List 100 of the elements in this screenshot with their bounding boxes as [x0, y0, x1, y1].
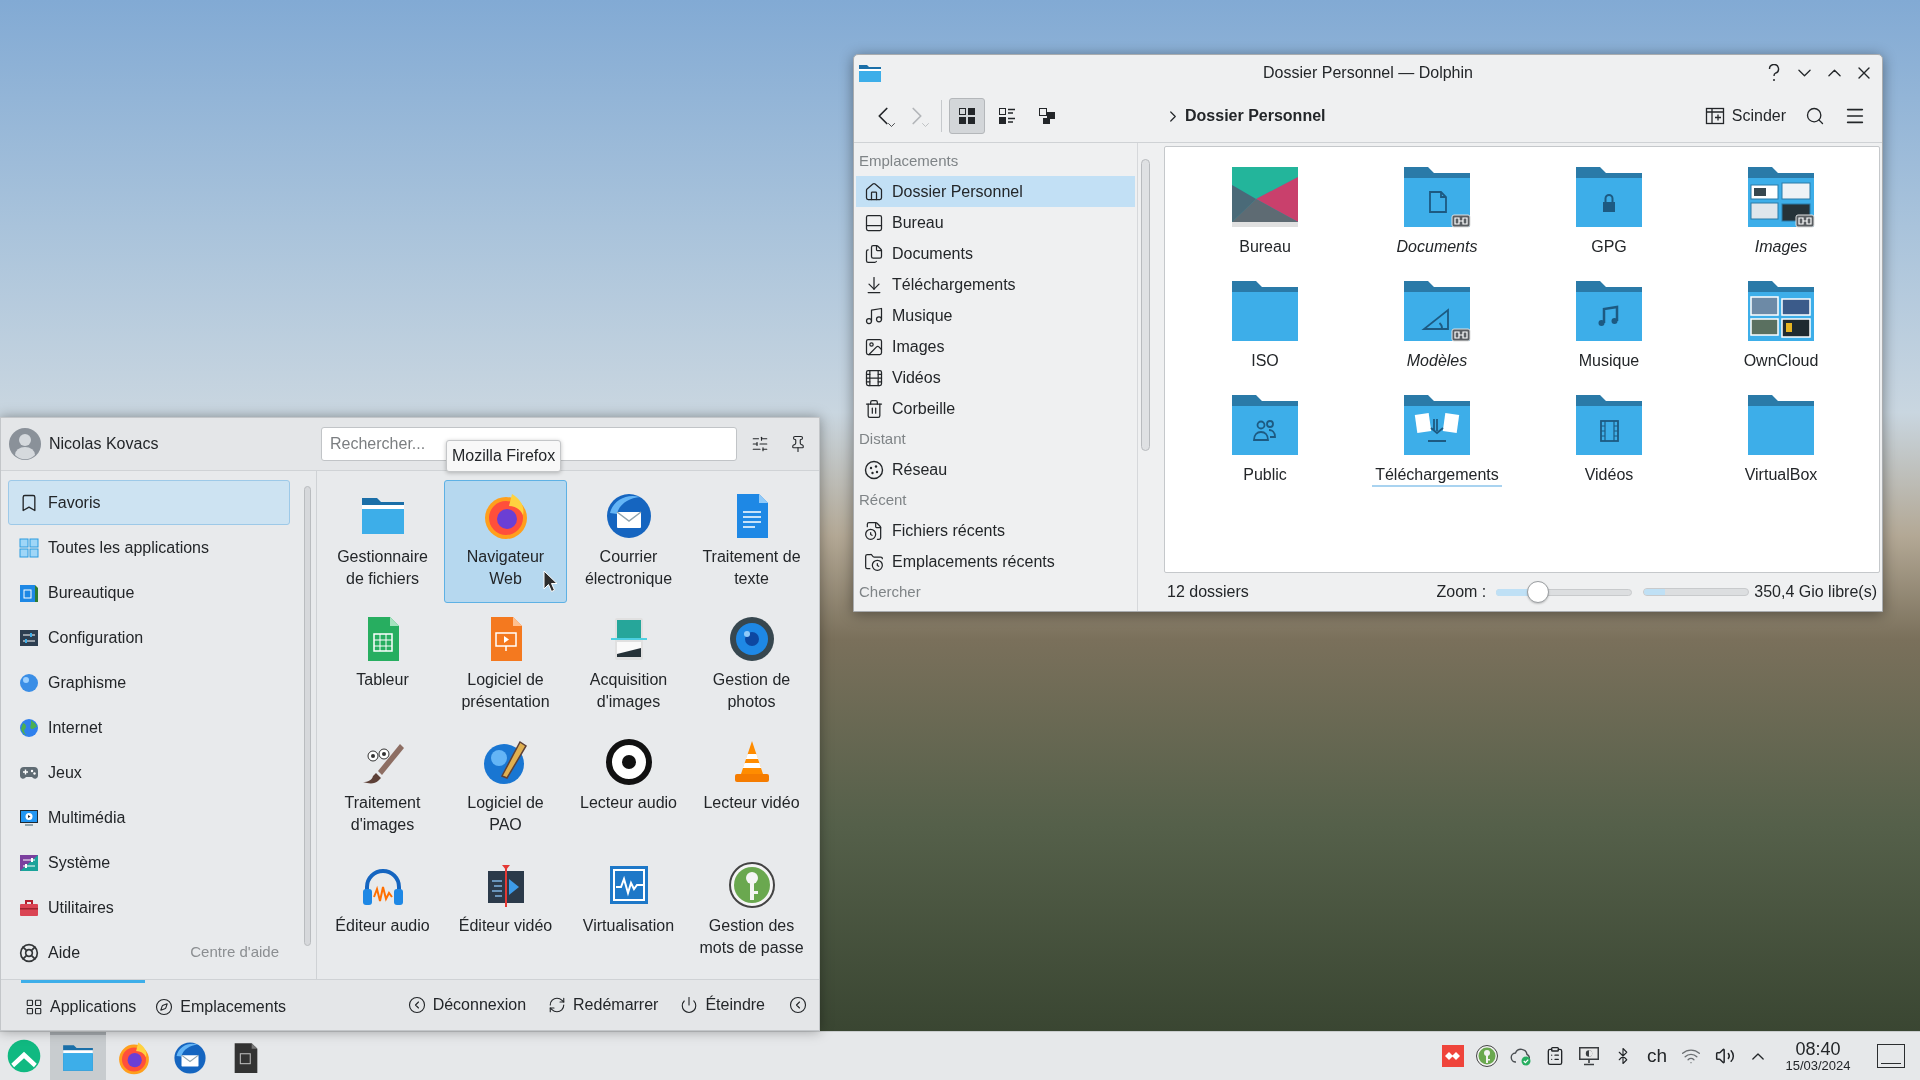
cloud-check-icon[interactable]	[1510, 1046, 1532, 1066]
pen-nib-icon	[481, 738, 530, 786]
app-tile[interactable]: Gestion des mots de passe	[690, 849, 813, 972]
shut-down-button[interactable]: Éteindre	[680, 988, 765, 1022]
chevron-up-icon	[1827, 68, 1841, 77]
folder-item[interactable]: VirtualBox	[1695, 383, 1867, 497]
folder-item[interactable]: OwnCloud	[1695, 269, 1867, 383]
window-title: Dossier Personnel — Dolphin	[1263, 62, 1473, 83]
folder-item[interactable]: Bureau	[1179, 155, 1351, 269]
circle-chevron-icon	[407, 996, 426, 1014]
app-tile[interactable]: Virtualisation	[567, 849, 690, 972]
app-tile[interactable]: Éditeur audio	[321, 849, 444, 972]
document-folder-icon	[1402, 165, 1472, 229]
keyboard-layout-label[interactable]: ch	[1646, 1045, 1668, 1067]
place-item[interactable]: Réseau	[856, 454, 1135, 485]
music-note-icon	[864, 305, 884, 326]
mouse-pointer-icon	[543, 570, 558, 593]
app-tile[interactable]: Tableur	[321, 603, 444, 726]
restart-button[interactable]: Redémarrer	[548, 988, 659, 1022]
document-icon	[19, 582, 39, 603]
category-item[interactable]: Aide Centre d'aide	[8, 930, 290, 975]
tab[interactable]: Emplacements	[151, 980, 296, 1030]
trash-icon	[864, 398, 884, 419]
app-tile[interactable]: Navigateur Web	[444, 480, 567, 603]
app-tile[interactable]: Traitement d'images	[321, 726, 444, 849]
category-item[interactable]: Graphisme	[8, 660, 290, 705]
blocks-view-icon	[1037, 106, 1057, 126]
category-item[interactable]: Toutes les applications	[8, 525, 290, 570]
app-tile[interactable]: Traitement de texte	[690, 480, 813, 603]
place-item[interactable]: Téléchargements	[856, 269, 1135, 300]
envelope-icon	[173, 1040, 207, 1075]
place-item[interactable]: Bureau	[856, 207, 1135, 238]
photos-folder-icon	[1746, 279, 1816, 343]
category-item[interactable]: Système	[8, 840, 290, 885]
question-mark-icon	[1768, 63, 1780, 82]
clipboard-icon[interactable]	[1545, 1046, 1565, 1066]
split-button[interactable]: Scinder	[1700, 99, 1790, 133]
folder-item[interactable]: Musique	[1523, 269, 1695, 383]
clock-date[interactable]: 15/03/2024	[1785, 1059, 1851, 1073]
app-tile[interactable]: Logiciel de présentation	[444, 603, 567, 726]
chevron-left-icon	[878, 107, 888, 125]
category-item[interactable]: Utilitaires	[8, 885, 290, 930]
folder-item[interactable]: ISO	[1179, 269, 1351, 383]
slider-thumb[interactable]	[1527, 581, 1550, 603]
film-icon	[864, 367, 884, 388]
user-name: Nicolas Kovacs	[49, 434, 159, 454]
pin-icon	[789, 435, 807, 453]
list-view-icon	[997, 106, 1017, 126]
envelope-icon	[604, 492, 653, 540]
breadcrumb-item[interactable]: Dossier Personnel	[1185, 104, 1326, 128]
app-tile[interactable]: Gestionnaire de fichiers	[321, 480, 444, 603]
category-item[interactable]: Favoris	[8, 480, 290, 525]
place-item[interactable]: Vidéos	[856, 362, 1135, 393]
diamond-tile-icon[interactable]	[1442, 1045, 1464, 1067]
show-desktop-button[interactable]	[1877, 1044, 1905, 1068]
folder-item[interactable]: Images	[1695, 155, 1867, 269]
app-tile[interactable]: Lecteur vidéo	[690, 726, 813, 849]
folder-item[interactable]: Public	[1179, 383, 1351, 497]
sphere-icon	[19, 672, 39, 693]
app-tile[interactable]: Lecteur audio	[567, 726, 690, 849]
place-item[interactable]: Emplacements récents	[856, 546, 1135, 577]
task-button[interactable]	[50, 1032, 106, 1080]
grid-icon	[25, 997, 43, 1016]
folder-item[interactable]: Documents	[1351, 155, 1523, 269]
lock-folder-icon	[1574, 165, 1644, 229]
people-folder-icon	[1230, 393, 1300, 457]
folder-item[interactable]: GPG	[1523, 155, 1695, 269]
folder-item[interactable]: Vidéos	[1523, 383, 1695, 497]
monitor-icon[interactable]	[1578, 1046, 1600, 1066]
home-icon	[864, 181, 884, 202]
category-item[interactable]: Bureautique	[8, 570, 290, 615]
zoom-slider[interactable]	[1496, 581, 1633, 603]
app-tile[interactable]: Acquisition d'images	[567, 603, 690, 726]
place-item[interactable]: Documents	[856, 238, 1135, 269]
chevron-up-icon[interactable]	[1752, 1052, 1764, 1060]
compass-icon	[155, 997, 174, 1016]
category-item[interactable]: Multimédia	[8, 795, 290, 840]
key-icon[interactable]	[1476, 1045, 1498, 1067]
log-out-button[interactable]: Déconnexion	[407, 988, 527, 1022]
view-mode-button[interactable]	[949, 98, 985, 134]
clock-time[interactable]: 08:40	[1795, 1039, 1841, 1059]
category-item[interactable]: Configuration	[8, 615, 290, 660]
ruler-folder-icon	[1402, 279, 1472, 343]
monitor-icon	[19, 807, 39, 828]
place-item[interactable]: Fichiers récents	[856, 515, 1135, 546]
place-item[interactable]: Dossier Personnel	[856, 176, 1135, 207]
category-item[interactable]: Jeux	[8, 750, 290, 795]
category-description: Centre d'aide	[190, 942, 279, 963]
folder-item[interactable]: Modèles	[1351, 269, 1523, 383]
app-tile[interactable]: Gestion de photos	[690, 603, 813, 726]
app-tile[interactable]: Éditeur vidéo	[444, 849, 567, 972]
category-item[interactable]: Internet	[8, 705, 290, 750]
app-tile[interactable]: Logiciel de PAO	[444, 726, 567, 849]
folder-item[interactable]: Téléchargements	[1351, 383, 1523, 497]
place-item[interactable]: Corbeille	[856, 393, 1135, 424]
window-icon	[864, 212, 884, 233]
place-item[interactable]: Images	[856, 331, 1135, 362]
place-item[interactable]: Musique	[856, 300, 1135, 331]
volume-icon[interactable]	[1715, 1046, 1735, 1066]
app-tile[interactable]: Courrier électronique	[567, 480, 690, 603]
